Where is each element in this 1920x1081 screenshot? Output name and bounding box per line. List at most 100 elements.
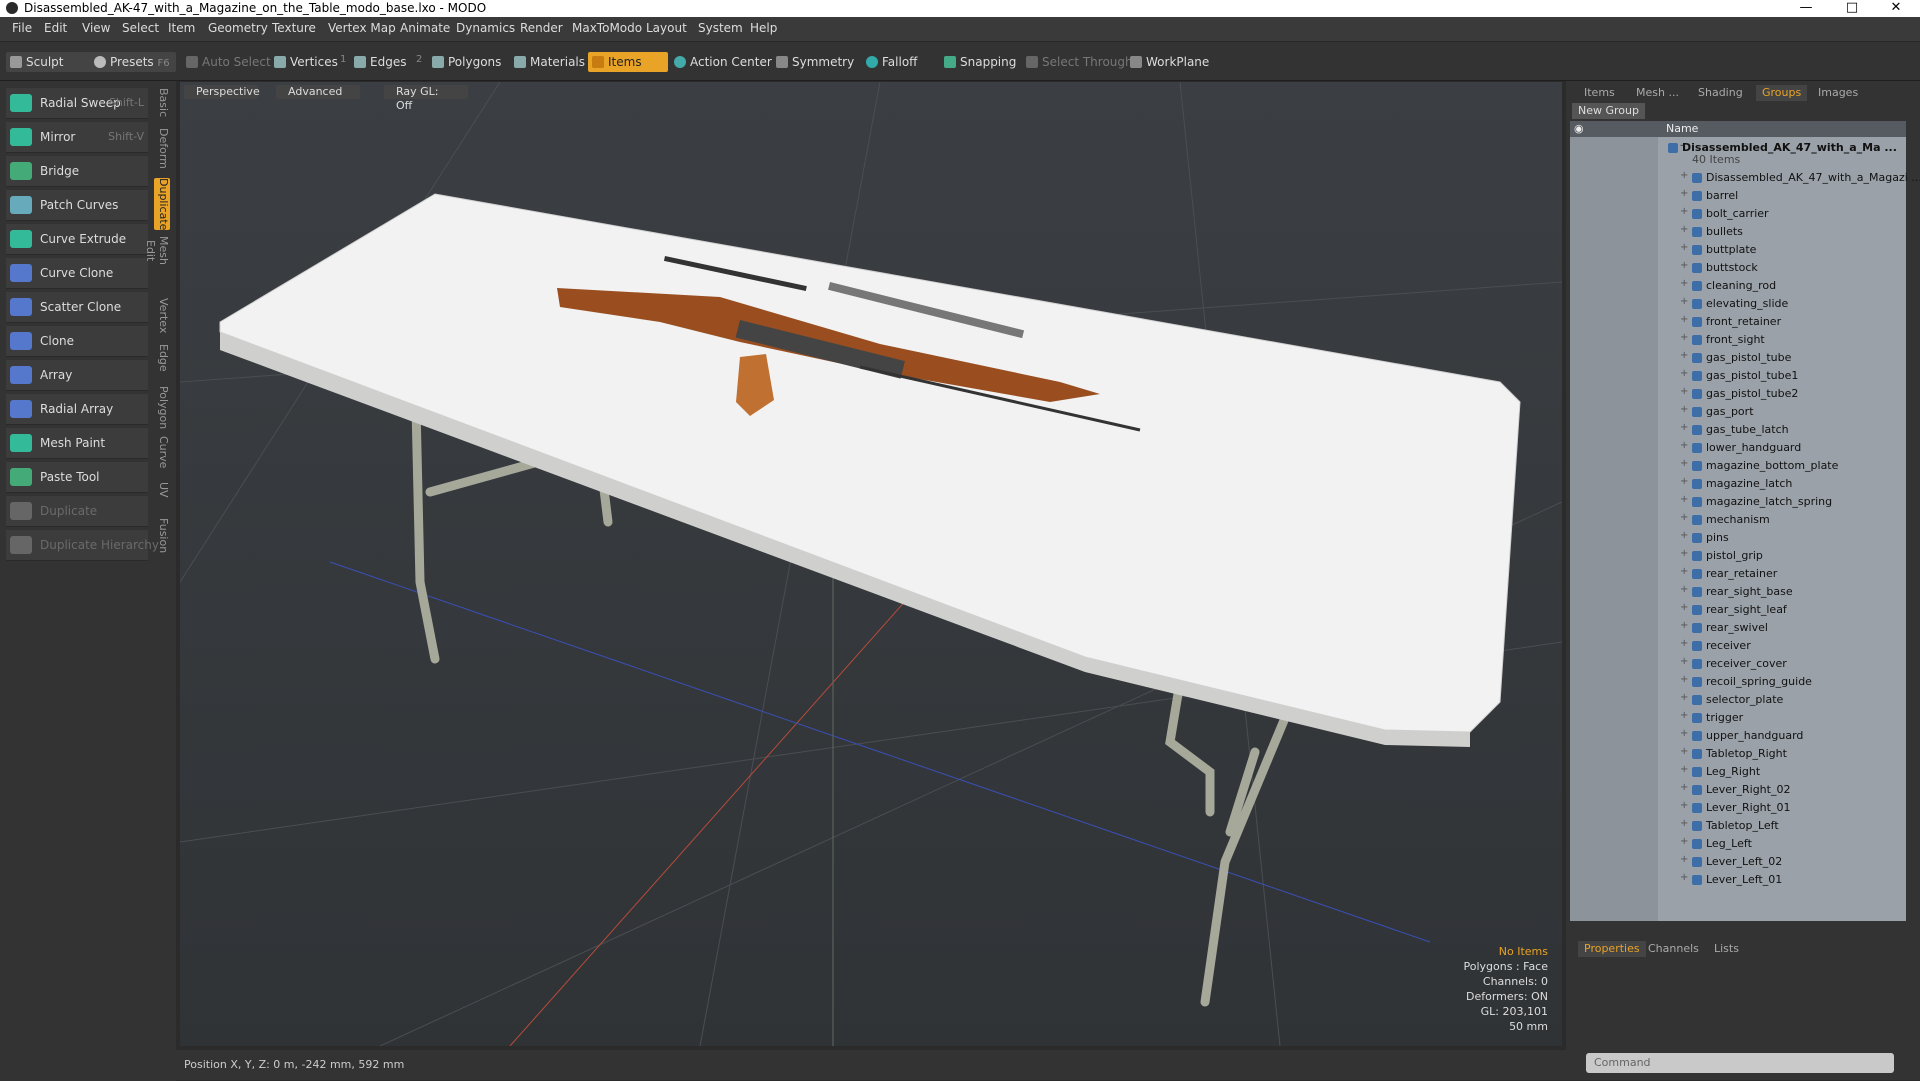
tree-item[interactable]: + rear_retainer — [1570, 565, 1906, 583]
tree-item[interactable]: + Leg_Left — [1570, 835, 1906, 853]
presets-button[interactable]: Presets F6 — [90, 52, 176, 72]
tree-item[interactable]: + barrel — [1570, 187, 1906, 205]
tool-scatter-clone-button[interactable]: Scatter Clone — [6, 292, 148, 323]
tree-item[interactable]: + Tabletop_Left — [1570, 817, 1906, 835]
tree-item[interactable]: + cleaning_rod — [1570, 277, 1906, 295]
expand-icon[interactable]: + — [1680, 242, 1688, 253]
tree-item[interactable]: + Lever_Left_02 — [1570, 853, 1906, 871]
tool-paste-tool-button[interactable]: Paste Tool — [6, 462, 148, 493]
vtab-curve[interactable]: Curve — [154, 436, 170, 468]
vtab-polygon[interactable]: Polygon — [154, 386, 170, 429]
tab-mesh[interactable]: Mesh ... — [1630, 85, 1685, 101]
vtab-fusion[interactable]: Fusion — [154, 518, 170, 553]
workplane-button[interactable]: WorkPlane — [1126, 52, 1215, 72]
menu-texture[interactable]: Texture — [272, 21, 316, 35]
expand-icon[interactable]: + — [1680, 728, 1688, 739]
tree-item[interactable]: + receiver — [1570, 637, 1906, 655]
expand-icon[interactable]: + — [1680, 836, 1688, 847]
expand-icon[interactable]: + — [1680, 494, 1688, 505]
edges-button[interactable]: Edges — [350, 52, 412, 72]
expand-icon[interactable]: + — [1680, 566, 1688, 577]
vtab-vertex[interactable]: Vertex — [154, 298, 170, 333]
new-group-button[interactable]: New Group — [1572, 103, 1645, 119]
tree-item[interactable]: + lower_handguard — [1570, 439, 1906, 457]
items-button[interactable]: Items — [588, 52, 668, 72]
tree-item[interactable]: + pins — [1570, 529, 1906, 547]
menu-item[interactable]: Item — [168, 21, 195, 35]
tool-mesh-paint-button[interactable]: Mesh Paint — [6, 428, 148, 459]
expand-icon[interactable]: + — [1680, 368, 1688, 379]
tab-channels[interactable]: Channels — [1642, 941, 1705, 957]
tree-item[interactable]: + gas_port — [1570, 403, 1906, 421]
expand-icon[interactable]: + — [1680, 692, 1688, 703]
expand-icon[interactable]: + — [1680, 656, 1688, 667]
tree-item[interactable]: + buttplate — [1570, 241, 1906, 259]
tree-item[interactable]: + front_sight — [1570, 331, 1906, 349]
vtab-basic[interactable]: Basic — [154, 88, 170, 117]
tree-item[interactable]: + selector_plate — [1570, 691, 1906, 709]
menu-animate[interactable]: Animate — [400, 21, 450, 35]
expand-icon[interactable]: + — [1680, 188, 1688, 199]
menu-geometry[interactable]: Geometry — [208, 21, 268, 35]
vtab-deform[interactable]: Deform — [154, 128, 170, 169]
expand-icon[interactable]: + — [1680, 620, 1688, 631]
expand-icon[interactable]: + — [1680, 332, 1688, 343]
tree-item[interactable]: + gas_pistol_tube2 — [1570, 385, 1906, 403]
tab-items[interactable]: Items — [1578, 85, 1621, 101]
tree-item[interactable]: + Tabletop_Right — [1570, 745, 1906, 763]
menu-file[interactable]: File — [12, 21, 32, 35]
vtab-duplicate[interactable]: Duplicate — [154, 178, 170, 231]
tree-item[interactable]: + magazine_latch — [1570, 475, 1906, 493]
menu-view[interactable]: View — [82, 21, 110, 35]
expand-icon[interactable]: + — [1680, 530, 1688, 541]
tool-bridge-button[interactable]: Bridge — [6, 156, 148, 187]
expand-icon[interactable]: + — [1680, 422, 1688, 433]
expand-icon[interactable]: + — [1680, 548, 1688, 559]
expand-icon[interactable]: + — [1680, 386, 1688, 397]
tree-item[interactable]: + rear_swivel — [1570, 619, 1906, 637]
menu-maxtomodo[interactable]: MaxToModo — [572, 21, 642, 35]
symmetry-button[interactable]: Symmetry — [772, 52, 860, 72]
menu-render[interactable]: Render — [520, 21, 563, 35]
tree-item[interactable]: + bullets — [1570, 223, 1906, 241]
tool-patch-curves-button[interactable]: Patch Curves — [6, 190, 148, 221]
expand-icon[interactable]: + — [1680, 224, 1688, 235]
tree-item[interactable]: + magazine_bottom_plate — [1570, 457, 1906, 475]
tree-item[interactable]: + gas_pistol_tube — [1570, 349, 1906, 367]
expand-icon[interactable]: + — [1680, 458, 1688, 469]
tree-item[interactable]: + mechanism — [1570, 511, 1906, 529]
tool-radial-array-button[interactable]: Radial Array — [6, 394, 148, 425]
close-icon[interactable]: ✕ — [1874, 0, 1918, 17]
expand-icon[interactable]: + — [1680, 800, 1688, 811]
tree-item[interactable]: + bolt_carrier — [1570, 205, 1906, 223]
tab-groups[interactable]: Groups — [1756, 85, 1808, 101]
tree-item[interactable]: + gas_tube_latch — [1570, 421, 1906, 439]
tree-item[interactable]: + receiver_cover — [1570, 655, 1906, 673]
expand-icon[interactable]: + — [1680, 350, 1688, 361]
tree-item[interactable]: + elevating_slide — [1570, 295, 1906, 313]
tab-properties[interactable]: Properties — [1578, 941, 1646, 957]
tree-item[interactable]: + recoil_spring_guide — [1570, 673, 1906, 691]
tree-item[interactable]: + Disassembled_AK_47_with_a_Magazi ... — [1570, 169, 1920, 187]
expand-icon[interactable]: + — [1680, 818, 1688, 829]
tree-item[interactable]: + Lever_Right_01 — [1570, 799, 1906, 817]
expand-icon[interactable]: + — [1680, 674, 1688, 685]
expand-icon[interactable]: + — [1680, 512, 1688, 523]
menu-help[interactable]: Help — [750, 21, 777, 35]
expand-icon[interactable]: + — [1680, 278, 1688, 289]
select-through-button[interactable]: Select Through — [1022, 52, 1139, 72]
tab-images[interactable]: Images — [1812, 85, 1864, 101]
tool-clone-button[interactable]: Clone — [6, 326, 148, 357]
sculpt-button[interactable]: Sculpt — [6, 52, 96, 72]
expand-icon[interactable]: + — [1680, 638, 1688, 649]
menu-vertex-map[interactable]: Vertex Map — [328, 21, 396, 35]
auto-select-button[interactable]: Auto Select — [182, 52, 277, 72]
materials-button[interactable]: Materials — [510, 52, 591, 72]
menu-layout[interactable]: Layout — [646, 21, 687, 35]
tool-mirror-button[interactable]: Mirror Shift-V — [6, 122, 148, 153]
snapping-button[interactable]: Snapping — [940, 52, 1022, 72]
expand-icon[interactable]: + — [1680, 314, 1688, 325]
tool-curve-extrude-button[interactable]: Curve Extrude — [6, 224, 148, 255]
expand-icon[interactable]: + — [1680, 782, 1688, 793]
tool-array-button[interactable]: Array — [6, 360, 148, 391]
